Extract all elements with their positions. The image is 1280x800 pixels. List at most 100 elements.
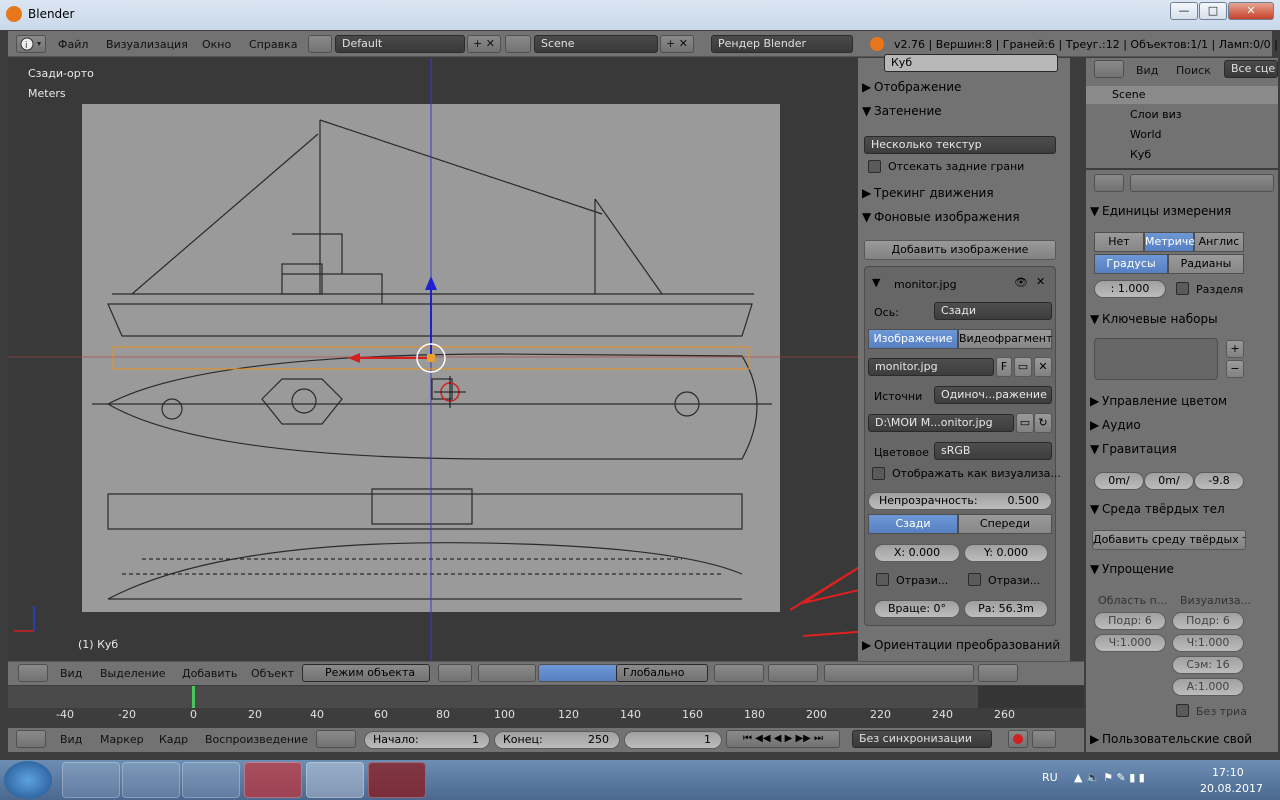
orientation-dropdown[interactable]: Глобально — [616, 664, 708, 682]
manipulator-buttons[interactable] — [538, 664, 618, 682]
current-frame-field[interactable]: 1 — [624, 731, 722, 749]
section-display[interactable]: ▶ Отображение — [862, 80, 1062, 102]
unit-imperial[interactable]: Англис — [1194, 232, 1244, 252]
outliner-item-scene[interactable]: Scene — [1112, 88, 1146, 101]
tab-movieclip[interactable]: Видеофрагмент — [958, 329, 1052, 349]
scene-icon[interactable] — [505, 35, 531, 53]
current-frame-marker[interactable] — [192, 686, 195, 708]
unit-scale-field[interactable]: : 1.000 — [1094, 280, 1166, 298]
remove-keying-set-button[interactable]: − — [1226, 360, 1244, 378]
outliner-menu-view[interactable]: Вид — [1136, 64, 1158, 77]
outliner-item-renderlayers[interactable]: Слои виз — [1130, 108, 1182, 121]
unlink-image-icon[interactable]: ✕ — [1034, 357, 1052, 377]
shadow-samples-field[interactable]: Сэм: 16 — [1172, 656, 1244, 674]
clock-time[interactable]: 17:10 — [1212, 766, 1244, 779]
maximize-button[interactable]: □ — [1199, 2, 1227, 20]
add-image-button[interactable]: Добавить изображение — [864, 240, 1056, 260]
scene-dropdown[interactable]: Scene — [534, 35, 658, 53]
menu-window[interactable]: Окно — [202, 38, 231, 51]
tab-back[interactable]: Сзади — [868, 514, 958, 534]
clock-date[interactable]: 20.08.2017 — [1200, 782, 1263, 795]
sync-dropdown[interactable]: Без синхронизации — [852, 730, 992, 748]
opera-icon[interactable] — [244, 762, 302, 798]
tab-front[interactable]: Спереди — [958, 514, 1052, 534]
section-keying-sets[interactable]: ▼ Ключевые наборы — [1090, 312, 1280, 334]
playback-controls[interactable]: ⏮ ◀◀ ◀ ▶ ▶▶ ⏭ — [726, 730, 840, 748]
section-motion-tracking[interactable]: ▶ Трекинг движения — [862, 186, 1062, 208]
render-engine-dropdown[interactable]: Рендер Blender — [711, 35, 853, 53]
outliner-item-world[interactable]: World — [1130, 128, 1162, 141]
separate-units-checkbox[interactable] — [1176, 282, 1189, 295]
offset-x-field[interactable]: X: 0.000 — [874, 544, 960, 562]
section-custom-properties[interactable]: ▶ Пользовательские свой — [1090, 732, 1280, 754]
menu-marker[interactable]: Маркер — [100, 733, 144, 746]
browse-file-icon[interactable]: ▭ — [1016, 413, 1034, 433]
editor-type-timeline-button[interactable] — [16, 730, 46, 748]
image-datablock[interactable]: monitor.jpg — [868, 358, 994, 376]
menu-view[interactable]: Вид — [60, 667, 82, 680]
section-rigid-body-world[interactable]: ▼ Среда твёрдых тел — [1090, 502, 1280, 524]
end-frame-field[interactable]: Конец: 250 — [494, 731, 620, 749]
start-button[interactable] — [4, 761, 52, 799]
menu-playback[interactable]: Воспроизведение — [205, 733, 308, 746]
rotation-degrees[interactable]: Градусы — [1094, 254, 1168, 274]
outliner-menu-search[interactable]: Поиск — [1176, 64, 1211, 77]
tray-icons[interactable]: ▲ 🔈 ⚑ ✎ ▮ ▮ — [1074, 771, 1145, 784]
media-player-icon[interactable] — [182, 762, 240, 798]
shading-mode-dropdown[interactable]: Несколько текстур — [864, 136, 1056, 154]
section-color-management[interactable]: ▶ Управление цветом — [1090, 394, 1280, 416]
record-button[interactable] — [1008, 730, 1028, 748]
unit-metric[interactable]: Метриче — [1144, 232, 1195, 252]
subdiv-render-field[interactable]: Подр: 6 — [1172, 612, 1244, 630]
flip-x-checkbox[interactable] — [876, 573, 889, 586]
add-keying-set-button[interactable]: + — [1226, 340, 1244, 358]
section-gravity[interactable]: ▼ Гравитация — [1090, 442, 1280, 464]
timeline[interactable]: -40 -20 0 20 40 60 80 100 120 140 160 18… — [8, 686, 1084, 728]
render-preview-buttons[interactable] — [978, 664, 1018, 682]
show-as-render-checkbox[interactable] — [872, 467, 885, 480]
section-background-images[interactable]: ▼ Фоновые изображения — [862, 210, 1062, 232]
backface-culling-checkbox[interactable] — [868, 160, 881, 173]
opacity-slider[interactable]: Непрозрачность: 0.500 — [868, 492, 1052, 510]
eye-icon[interactable]: 👁 — [1014, 276, 1028, 289]
fake-user-button[interactable]: F — [996, 357, 1012, 377]
filepath-field[interactable]: D:\МОИ М...onitor.jpg — [868, 414, 1014, 432]
menu-object[interactable]: Объект — [251, 667, 294, 680]
file-explorer-icon[interactable] — [122, 762, 180, 798]
remove-bgimage-icon[interactable]: ✕ — [1036, 275, 1045, 288]
open-image-icon[interactable]: ▭ — [1014, 357, 1032, 377]
outliner-item-cube[interactable]: Куб — [1130, 148, 1151, 161]
mode-dropdown[interactable]: Режим объекта — [302, 664, 430, 682]
tab-image[interactable]: Изображение — [868, 329, 958, 349]
offset-y-field[interactable]: Y: 0.000 — [964, 544, 1048, 562]
ao-sss-field[interactable]: А:1.000 — [1172, 678, 1244, 696]
object-name-field[interactable]: Куб — [884, 54, 1058, 72]
menu-tl-view[interactable]: Вид — [60, 733, 82, 746]
menu-frame[interactable]: Кадр — [159, 733, 188, 746]
layout-add-remove[interactable]: + ✕ — [467, 35, 501, 53]
start-frame-field[interactable]: Начало: 1 — [364, 731, 490, 749]
editor-type-outliner-button[interactable] — [1094, 60, 1124, 78]
gravity-z-field[interactable]: -9.8 — [1194, 472, 1244, 490]
layout-icon[interactable] — [308, 35, 332, 53]
no-triangulate-checkbox[interactable] — [1176, 704, 1189, 717]
menu-render[interactable]: Визуализация — [106, 38, 188, 51]
outliner-filter[interactable]: Все сце — [1224, 60, 1278, 78]
pdf-reader-icon[interactable] — [368, 762, 426, 798]
unit-none[interactable]: Нет — [1094, 232, 1144, 252]
keyframe-settings-button[interactable] — [1032, 730, 1056, 748]
editor-type-3d-button[interactable] — [18, 664, 48, 682]
rotation-radians[interactable]: Радианы — [1168, 254, 1244, 274]
keying-buttons[interactable] — [316, 730, 356, 748]
snapping-tools[interactable] — [824, 664, 974, 682]
scene-add-remove[interactable]: + ✕ — [660, 35, 694, 53]
keying-sets-list[interactable] — [1094, 338, 1218, 380]
menu-add[interactable]: Добавить — [182, 667, 237, 680]
child-particles-render-field[interactable]: Ч:1.000 — [1172, 634, 1244, 652]
section-audio[interactable]: ▶ Аудио — [1090, 418, 1280, 440]
bgimage-expand-icon[interactable]: ▼ — [872, 276, 880, 289]
gravity-x-field[interactable]: 0m/ — [1094, 472, 1144, 490]
properties-context-tabs[interactable] — [1130, 174, 1274, 192]
minimize-button[interactable]: — — [1170, 2, 1198, 20]
section-shading[interactable]: ▼ Затенение — [862, 104, 1062, 126]
